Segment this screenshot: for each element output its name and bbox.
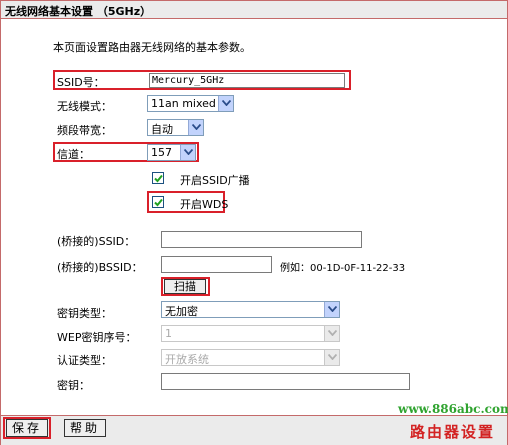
watermark-url: www.886abc.com [398, 402, 508, 416]
page-title: 无线网络基本设置 （5GHz） [5, 5, 152, 18]
key-type-select-value: 无加密 [165, 305, 198, 318]
bandwidth-select[interactable]: 自动 [147, 119, 204, 136]
key-input[interactable] [161, 373, 410, 390]
chevron-down-icon[interactable] [324, 302, 339, 317]
mode-label: 无线模式： [57, 100, 112, 113]
bridge-ssid-input[interactable] [161, 231, 362, 248]
chevron-down-icon[interactable] [180, 145, 195, 160]
channel-select[interactable]: 157 [147, 144, 196, 161]
key-type-label: 密钥类型： [57, 307, 112, 320]
bridge-bssid-label: (桥接的)BSSID： [57, 261, 143, 274]
ssid-input[interactable]: Mercury_5GHz [149, 73, 345, 88]
key-label: 密钥： [57, 379, 90, 392]
channel-select-value: 157 [151, 146, 172, 159]
chevron-down-icon [324, 326, 339, 341]
chevron-down-icon [324, 350, 339, 365]
checkmark-icon [154, 198, 163, 207]
checkmark-icon [154, 174, 163, 183]
title-bar: 无线网络基本设置 （5GHz） [1, 1, 507, 19]
intro-text: 本页面设置路由器无线网络的基本参数。 [53, 41, 251, 54]
wep-index-label: WEP密钥序号： [57, 331, 137, 344]
channel-label: 信道： [57, 148, 90, 161]
chevron-down-icon[interactable] [188, 120, 203, 135]
ssid-broadcast-checkbox[interactable] [152, 172, 164, 184]
scan-button[interactable]: 扫描 [164, 279, 206, 294]
wds-label: 开启WDS [180, 198, 229, 211]
bridge-bssid-input[interactable] [161, 256, 272, 273]
auth-type-select: 开放系统 [161, 349, 340, 366]
mode-select[interactable]: 11an mixed [147, 95, 234, 112]
wds-checkbox[interactable] [152, 196, 164, 208]
bridge-ssid-label: (桥接的)SSID： [57, 235, 136, 248]
bandwidth-select-value: 自动 [151, 123, 173, 136]
ssid-broadcast-label: 开启SSID广播 [180, 174, 250, 187]
key-type-select[interactable]: 无加密 [161, 301, 340, 318]
ssid-label: SSID号： [57, 76, 105, 89]
mode-select-value: 11an mixed [151, 97, 216, 110]
bssid-example-text: 例如：00-1D-0F-11-22-33 [280, 263, 406, 274]
wep-index-select-value: 1 [165, 327, 172, 340]
wep-index-select: 1 [161, 325, 340, 342]
save-button[interactable]: 保存 [6, 419, 48, 437]
bandwidth-label: 频段带宽： [57, 124, 112, 137]
help-button[interactable]: 帮助 [64, 419, 106, 437]
watermark-text: 路由器设置 [410, 423, 496, 441]
auth-type-select-value: 开放系统 [165, 353, 209, 366]
chevron-down-icon[interactable] [218, 96, 233, 111]
auth-type-label: 认证类型： [57, 354, 112, 367]
